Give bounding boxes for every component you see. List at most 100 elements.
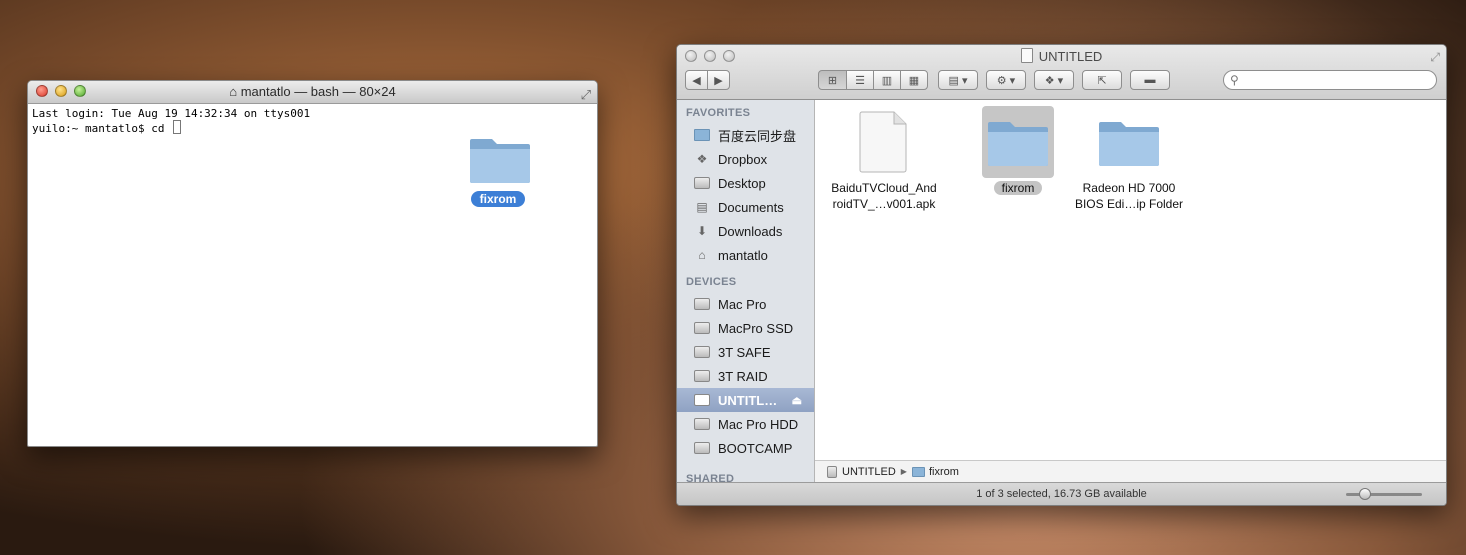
- dragged-folder[interactable]: fixrom: [468, 133, 530, 208]
- dropbox-icon: ❖ ▾: [1044, 74, 1064, 87]
- sidebar-item-macpro-ssd[interactable]: MacPro SSD: [677, 316, 814, 340]
- share-button[interactable]: ⇱: [1082, 70, 1122, 90]
- sidebar-item-mac-pro-hdd[interactable]: Mac Pro HDD: [677, 412, 814, 436]
- file-name: Radeon HD 7000 BIOS Edi…ip Folder: [1074, 181, 1184, 211]
- sidebar-item-label: Documents: [718, 199, 784, 215]
- eject-icon[interactable]: ⏏: [792, 394, 802, 407]
- search-input[interactable]: [1246, 73, 1430, 87]
- sidebar-item-3t-safe[interactable]: 3T SAFE: [677, 340, 814, 364]
- folder-icon: [911, 466, 925, 477]
- fullscreen-icon[interactable]: ⤢: [581, 84, 591, 106]
- home-icon: ⌂: [698, 248, 706, 262]
- sidebar-item-label: 3T RAID: [718, 368, 768, 384]
- icon-view-button[interactable]: ⊞: [818, 70, 847, 90]
- finder-window[interactable]: UNTITLED ⤢ ◀ ▶ ⊞ ☰ ▥ ▦ ▤ ▾ ⚙ ▾ ❖ ▾ ⇱ ▬ ⚲…: [676, 44, 1447, 506]
- downloads-icon: ⬇: [696, 224, 708, 238]
- sidebar-item-desktop[interactable]: Desktop: [677, 171, 814, 195]
- folder-item[interactable]: Radeon HD 7000 BIOS Edi…ip Folder: [1064, 106, 1194, 212]
- terminal-window[interactable]: ⌂ mantatlo — bash — 80×24 ⤢ Last login: …: [27, 80, 598, 447]
- hard-drive-icon: [693, 416, 711, 432]
- sidebar-item-label: 百度云同步盘: [718, 128, 797, 144]
- sidebar-item-label: 3T SAFE: [718, 344, 771, 360]
- finder-toolbar[interactable]: UNTITLED ⤢ ◀ ▶ ⊞ ☰ ▥ ▦ ▤ ▾ ⚙ ▾ ❖ ▾ ⇱ ▬ ⚲: [677, 45, 1446, 100]
- computer-icon: [693, 296, 711, 312]
- fullscreen-icon[interactable]: ⤢: [1430, 50, 1440, 65]
- sidebar-item-untitled[interactable]: UNTITL… ⏏: [677, 388, 814, 412]
- path-separator-icon: ▶: [900, 467, 907, 476]
- sidebar-item-label: Dropbox: [718, 151, 768, 167]
- sidebar-item-baidu[interactable]: 百度云同步盘: [677, 123, 814, 147]
- forward-arrow-icon: ▶: [714, 74, 723, 87]
- folder-icon: [693, 127, 711, 143]
- minimize-button[interactable]: [55, 85, 67, 97]
- sidebar-item-bootcamp[interactable]: BOOTCAMP: [677, 436, 814, 460]
- cover-flow-button[interactable]: ▦: [900, 70, 928, 90]
- list-view-button[interactable]: ☰: [846, 70, 874, 90]
- desktop-icon: [693, 175, 711, 191]
- search-icon: ⚲: [1230, 73, 1239, 87]
- path-item-untitled[interactable]: UNTITLED: [842, 466, 896, 478]
- arrange-button[interactable]: ▤ ▾: [938, 70, 978, 90]
- sidebar-item-home[interactable]: ⌂ mantatlo: [677, 243, 814, 267]
- sidebar-item-dropbox[interactable]: ❖ Dropbox: [677, 147, 814, 171]
- sidebar-item-label: Downloads: [718, 223, 783, 239]
- icon-size-slider[interactable]: [1346, 488, 1422, 500]
- status-text: 1 of 3 selected, 16.73 GB available: [976, 488, 1147, 500]
- folder-icon: [470, 139, 530, 183]
- action-button[interactable]: ⚙ ▾: [986, 70, 1026, 90]
- file-name: BaiduTVCloud_And roidTV_…v001.apk: [831, 181, 937, 211]
- window-title: UNTITLED: [677, 48, 1446, 64]
- drive-icon: [693, 392, 711, 408]
- column-view-icon: ▥: [881, 74, 893, 87]
- dragged-folder-label: fixrom: [470, 191, 526, 207]
- folder-icon: [982, 106, 1054, 178]
- home-icon: ⌂: [229, 84, 241, 99]
- close-button[interactable]: [36, 85, 48, 97]
- gear-icon: ⚙ ▾: [996, 74, 1016, 87]
- search-field[interactable]: ⚲: [1223, 70, 1437, 90]
- dropbox-icon: ❖: [696, 152, 708, 166]
- sidebar-item-mac-pro[interactable]: Mac Pro: [677, 292, 814, 316]
- documents-icon: ▤: [696, 200, 708, 214]
- terminal-titlebar[interactable]: ⌂ mantatlo — bash — 80×24 ⤢: [28, 81, 597, 104]
- path-item-fixrom[interactable]: fixrom: [929, 466, 959, 478]
- column-view-button[interactable]: ▥: [873, 70, 901, 90]
- window-controls: [36, 85, 86, 97]
- hard-drive-icon: [693, 440, 711, 456]
- sidebar-item-label: UNTITL…: [718, 392, 778, 408]
- hard-drive-icon: [693, 344, 711, 360]
- sidebar-item-downloads[interactable]: ⬇ Downloads: [677, 219, 814, 243]
- finder-title: UNTITLED: [1038, 49, 1103, 64]
- text-cursor: [173, 120, 182, 134]
- cover-flow-icon: ▦: [908, 74, 920, 87]
- folder-icon: [1093, 106, 1165, 178]
- slider-knob[interactable]: [1358, 488, 1371, 500]
- command-prompt: yuilo:~ mantatlo$ cd: [32, 122, 172, 135]
- view-buttons: ⊞ ☰ ▥ ▦: [818, 70, 928, 90]
- hard-drive-icon: [693, 368, 711, 384]
- drive-icon: [1020, 48, 1033, 63]
- arrange-icon: ▤ ▾: [948, 74, 968, 87]
- sidebar-item-3t-raid[interactable]: 3T RAID: [677, 364, 814, 388]
- share-icon: ⇱: [1097, 74, 1107, 87]
- sidebar-item-label: MacPro SSD: [718, 320, 794, 336]
- document-icon: [848, 106, 920, 178]
- hard-drive-icon: [693, 320, 711, 336]
- forward-button[interactable]: ▶: [707, 70, 730, 90]
- list-view-icon: ☰: [855, 74, 865, 87]
- drive-icon: [827, 465, 837, 478]
- finder-sidebar: FAVORITES 百度云同步盘 ❖ Dropbox Desktop ▤ Docum…: [677, 100, 815, 483]
- file-item[interactable]: BaiduTVCloud_And roidTV_…v001.apk: [819, 106, 949, 212]
- back-button[interactable]: ◀: [685, 70, 708, 90]
- file-browser[interactable]: BaiduTVCloud_And roidTV_…v001.apk fixrom …: [815, 100, 1446, 460]
- sidebar-item-documents[interactable]: ▤ Documents: [677, 195, 814, 219]
- sidebar-item-label: Mac Pro HDD: [718, 416, 799, 432]
- sidebar-item-label: BOOTCAMP: [718, 440, 793, 456]
- back-arrow-icon: ◀: [692, 74, 701, 87]
- zoom-button[interactable]: [74, 85, 86, 97]
- shared-header: SHARED: [686, 473, 735, 483]
- sidebar-item-label: mantatlo: [718, 247, 768, 263]
- tags-button[interactable]: ▬: [1130, 70, 1170, 90]
- dropbox-button[interactable]: ❖ ▾: [1034, 70, 1074, 90]
- path-bar: UNTITLED ▶ fixrom: [815, 460, 1446, 482]
